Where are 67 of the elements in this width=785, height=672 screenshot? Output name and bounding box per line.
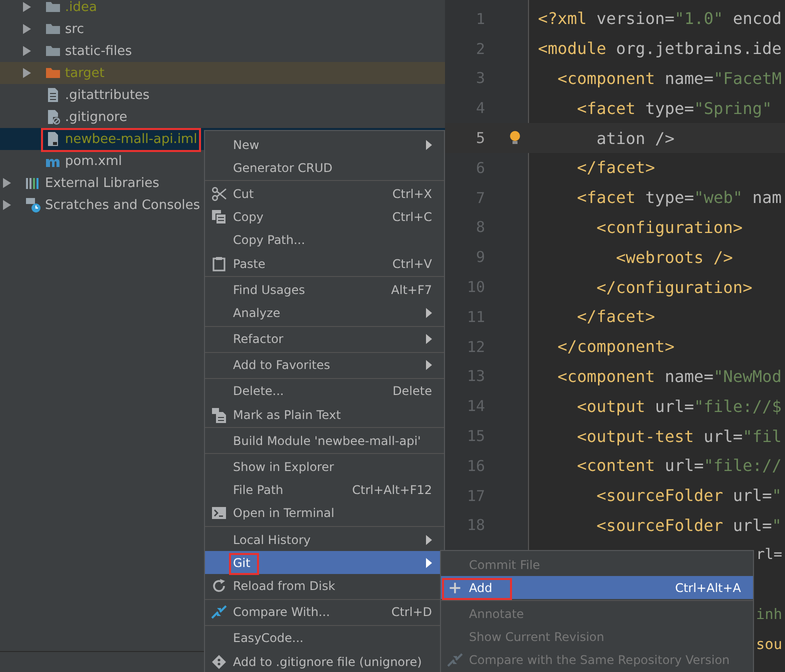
tree-item-label: .gitattributes [65,88,150,102]
menu-item-label: EasyCode... [233,631,304,646]
menu-item-label: Commit File [469,558,540,572]
code-line: </facet> [576,158,655,178]
code-line: rl= [756,546,782,565]
menu-item-label: Cut [233,186,254,201]
code-line: <output url="file://$ [576,396,782,416]
menu-item-label: Find Usages [233,282,306,297]
menu-item-label: Paste [233,256,266,271]
code-line: <content url="file:// [576,456,782,476]
code-line: <sourceFolder url=" [595,516,782,535]
code-line: ation /> [595,128,674,148]
menu-item-label: Copy Path... [233,233,306,248]
tree-item-label: newbee-mall-api.iml [65,132,198,146]
shortcut-label: Ctrl+V [392,256,432,271]
menu-item-label: Refactor [233,332,284,346]
menu-item-label: Open in Terminal [233,506,334,520]
code-line: <component name="FacetM [556,68,782,88]
tree-item-label: .idea [65,0,97,14]
code-line: sou [756,636,782,655]
menu-item-label: Compare with the Same Repository Version [469,653,730,668]
line-number: 5 [474,129,485,148]
tree-item-label: pom.xml [65,154,122,168]
tree-item-label: src [65,22,84,36]
menu-item-label: Local History [233,532,311,547]
code-line: <output-test url="fil [576,426,782,446]
code-line: <webroots /> [614,248,733,267]
tree-item-label: .gitignore [65,110,128,124]
shortcut-label: Ctrl+Alt+A [675,580,741,595]
menu-item-label: Git [233,556,250,570]
shortcut-label: Ctrl+X [392,186,432,201]
code-line: <configuration> [595,218,743,237]
code-line: <facet type="Spring" [576,98,772,118]
menu-item-label: Add to Favorites [233,358,330,372]
code-line: <facet type="web" nam [576,188,782,208]
code-line: </configuration> [595,278,752,297]
menu-item-label: File Path [233,483,284,498]
menu-item-label: Mark as Plain Text [233,408,341,422]
menu-item-label: Copy [233,210,264,224]
code-line: inh [756,606,782,625]
code-line: <component name="NewMod [556,366,782,386]
code-line: </facet> [576,307,655,326]
tree-item-label: static-files [65,44,132,58]
tree-item-label: External Libraries [45,176,160,190]
menu-item-label: Build Module 'newbee-mall-api' [233,434,421,448]
menu-item-label: Add [469,580,492,595]
shortcut-label: Alt+F7 [391,282,432,297]
menu-item-label: New [233,138,260,152]
menu-item-label: Show in Explorer [233,460,334,474]
menu-item-label: Compare With... [233,605,330,620]
menu-item-label: Generator CRUD [233,160,332,175]
menu-item-label: Reload from Disk [233,578,336,593]
code-line: </component> [556,337,674,356]
code-line: <sourceFolder url=" [595,486,782,506]
code-line: <module org.jetbrains.ide [538,39,782,58]
shortcut-label: Delete [392,384,432,398]
shortcut-label: Ctrl+D [391,605,432,620]
code-line: <?xml version="1.0" encod [538,9,782,28]
menu-item-label: Add to .gitignore file (unignore) [233,654,422,669]
tree-item-label: Scratches and Consoles [45,198,200,212]
menu-item-label: Annotate [469,606,524,621]
menu-item-label: Analyze [233,306,280,320]
shortcut-label: Ctrl+C [392,210,432,224]
tree-item-label: target [65,66,105,80]
menu-item-label: Show Current Revision [469,630,604,644]
menu-item-label: Delete... [233,384,284,398]
shortcut-label: Ctrl+Alt+F12 [352,483,432,498]
